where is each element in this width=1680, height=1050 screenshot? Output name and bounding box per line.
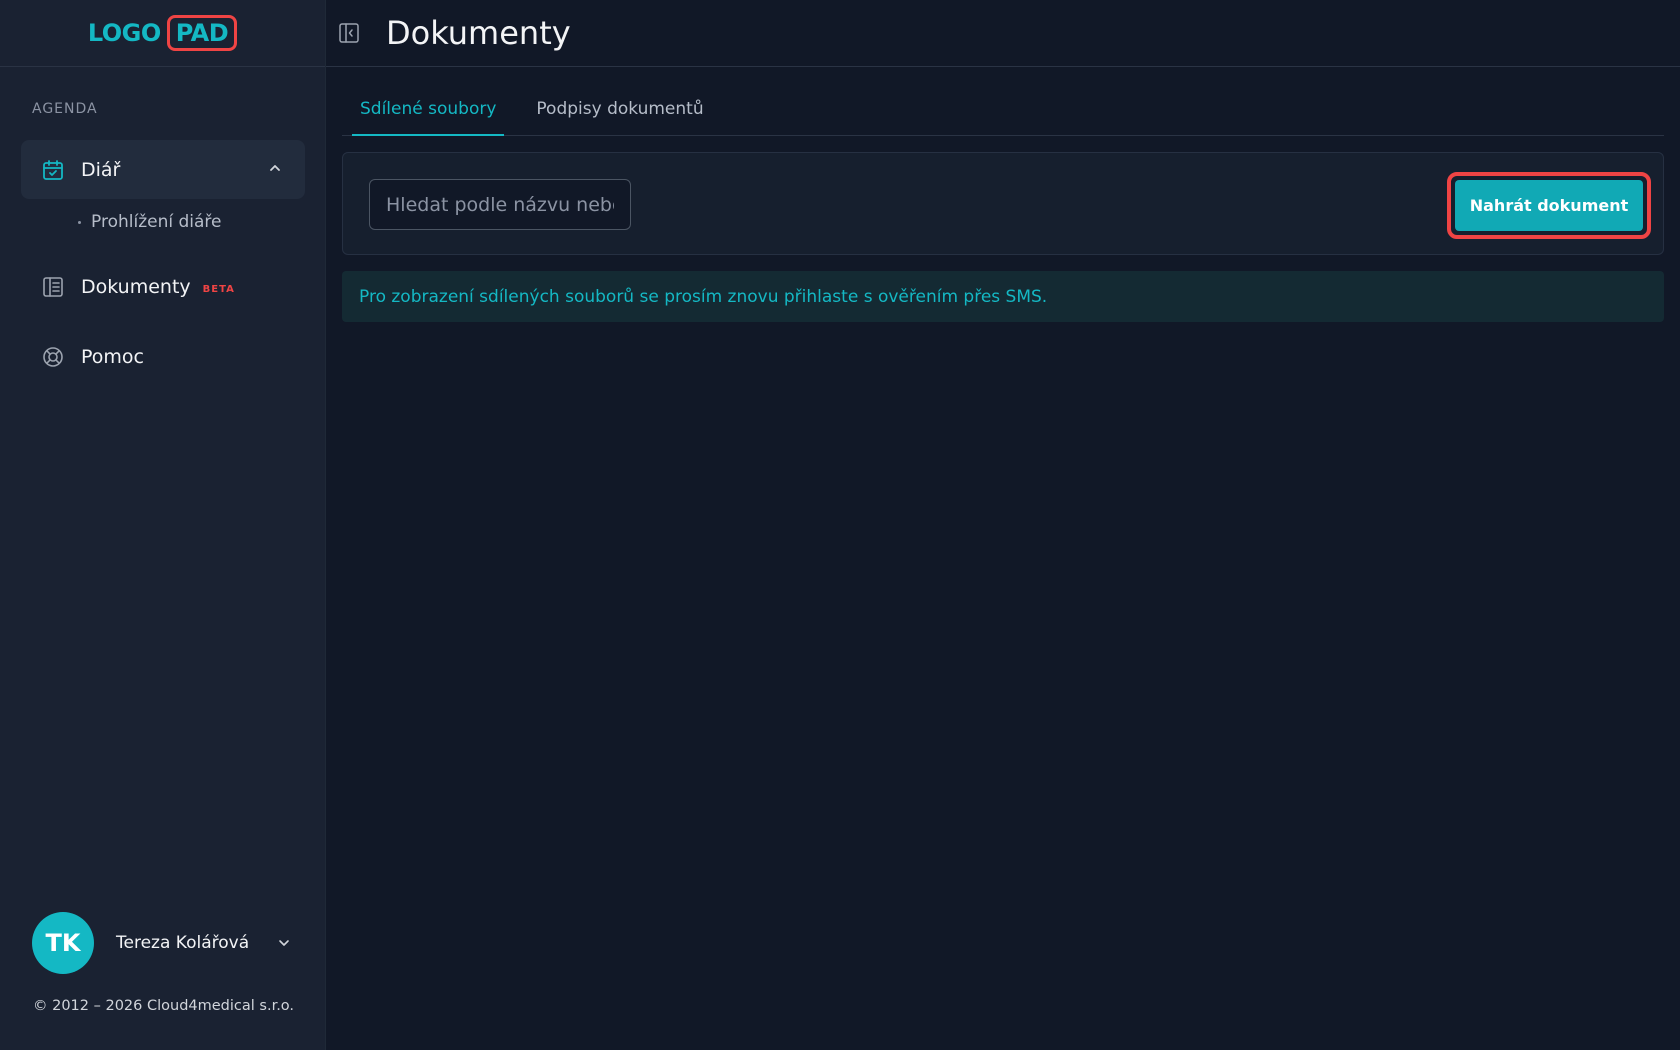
sidebar-subitem-label: Prohlížení diáře — [91, 212, 222, 232]
toolbar-card: Nahrát dokument — [342, 152, 1664, 255]
copyright: © 2012 – 2026 Cloud4medical s.r.o. — [33, 998, 295, 1014]
section-label-agenda: AGENDA — [32, 101, 98, 117]
info-banner: Pro zobrazení sdílených souborů se prosí… — [342, 271, 1664, 322]
sidebar-collapse-icon[interactable] — [336, 20, 362, 46]
header: Dokumenty — [326, 0, 1680, 67]
logo-area: LOGO PAD — [0, 0, 325, 67]
calendar-check-icon — [41, 158, 65, 182]
avatar: TK — [32, 912, 94, 974]
sidebar-item-label: Diář — [81, 158, 121, 181]
search-input[interactable] — [369, 179, 631, 230]
lifebuoy-icon — [41, 345, 65, 369]
document-icon — [41, 275, 65, 299]
sidebar-item-label: Pomoc — [81, 345, 144, 368]
user-name: Tereza Kolářová — [116, 933, 250, 953]
sidebar-item-dokumenty[interactable]: Dokumenty BETA — [21, 257, 305, 316]
chevron-up-icon[interactable] — [267, 160, 283, 176]
chevron-down-icon[interactable] — [276, 935, 292, 951]
page-title: Dokumenty — [386, 14, 571, 52]
upload-document-button[interactable]: Nahrát dokument — [1455, 180, 1643, 231]
tab-bar: Sdílené soubory Podpisy dokumentů — [342, 85, 1664, 136]
beta-badge: BETA — [202, 284, 235, 295]
sidebar-item-label: Dokumenty — [81, 275, 191, 298]
sidebar: LOGO PAD AGENDA Diář Prohlížení diáře Do… — [0, 0, 326, 1050]
sidebar-subitem-prohlizeni-diare[interactable]: Prohlížení diáře — [78, 212, 221, 232]
logo-text-left: LOGO — [87, 18, 161, 47]
sidebar-item-pomoc[interactable]: Pomoc — [21, 327, 305, 386]
logo[interactable]: LOGO PAD — [87, 14, 238, 52]
bullet-icon — [78, 220, 81, 224]
tab-podpisy-dokumentu[interactable]: Podpisy dokumentů — [532, 85, 707, 135]
user-menu[interactable]: TK Tereza Kolářová — [32, 912, 292, 974]
tab-sdilene-soubory[interactable]: Sdílené soubory — [351, 85, 505, 136]
upload-button-highlight: Nahrát dokument — [1447, 172, 1651, 239]
sidebar-item-diar[interactable]: Diář — [21, 140, 305, 199]
logo-text-right: PAD — [166, 14, 238, 52]
